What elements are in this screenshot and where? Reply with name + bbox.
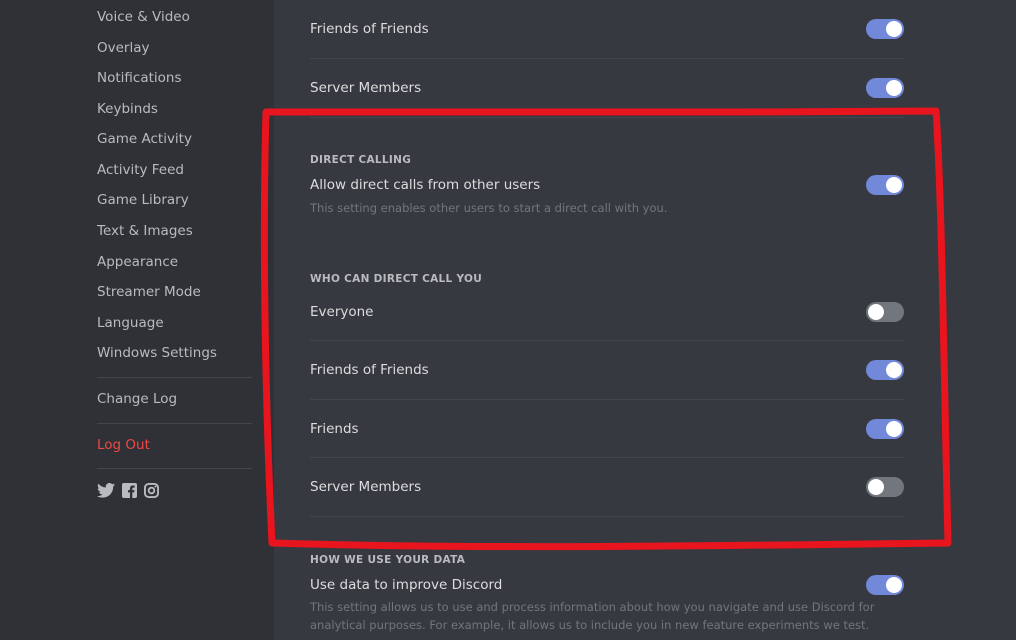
row-divider xyxy=(310,457,904,458)
sidebar-item-notifications[interactable]: Notifications xyxy=(97,69,182,87)
sidebar-divider xyxy=(97,468,252,469)
option-server-members-label: Server Members xyxy=(310,479,422,495)
direct-calling-header: DIRECT CALLING xyxy=(310,154,412,166)
row-divider xyxy=(310,340,904,341)
who-can-call-header: WHO CAN DIRECT CALL YOU xyxy=(310,273,483,285)
toggle-knob xyxy=(868,479,884,495)
sidebar-item-game-activity[interactable]: Game Activity xyxy=(97,130,192,148)
sidebar-item-appearance[interactable]: Appearance xyxy=(97,253,178,271)
sidebar-divider xyxy=(97,377,252,378)
top-friends-of-friends-toggle[interactable] xyxy=(866,19,904,39)
allow-direct-calls-toggle[interactable] xyxy=(866,175,904,195)
option-everyone-label: Everyone xyxy=(310,304,374,320)
top-row-friends-of-friends-label: Friends of Friends xyxy=(310,21,429,37)
sidebar-item-voice-video[interactable]: Voice & Video xyxy=(97,8,190,26)
row-divider xyxy=(310,117,904,118)
sidebar-item-keybinds[interactable]: Keybinds xyxy=(97,100,158,118)
direct-calls-description: This setting enables other users to star… xyxy=(310,201,668,215)
toggle-knob xyxy=(886,177,902,193)
allow-direct-calls-label: Allow direct calls from other users xyxy=(310,177,541,193)
friends-of-friends-toggle[interactable] xyxy=(866,360,904,380)
log-out-button[interactable]: Log Out xyxy=(97,436,150,454)
option-friends-of-friends-label: Friends of Friends xyxy=(310,362,429,378)
option-friends-label: Friends xyxy=(310,421,359,437)
toggle-knob xyxy=(886,80,902,96)
toggle-knob xyxy=(868,304,884,320)
sidebar-item-streamer-mode[interactable]: Streamer Mode xyxy=(97,283,201,301)
use-data-improve-toggle[interactable] xyxy=(866,575,904,595)
instagram-icon[interactable] xyxy=(144,483,159,498)
toggle-knob xyxy=(886,577,902,593)
sidebar-item-language[interactable]: Language xyxy=(97,314,164,332)
settings-sidebar: Voice & Video Overlay Notifications Keyb… xyxy=(0,0,274,640)
data-usage-description: This setting allows us to use and proces… xyxy=(310,600,875,632)
use-data-improve-label: Use data to improve Discord xyxy=(310,577,503,593)
toggle-knob xyxy=(886,421,902,437)
sidebar-item-overlay[interactable]: Overlay xyxy=(97,39,149,57)
sidebar-item-game-library[interactable]: Game Library xyxy=(97,191,189,209)
toggle-knob xyxy=(886,21,902,37)
row-divider xyxy=(310,516,904,517)
sidebar-item-text-images[interactable]: Text & Images xyxy=(97,222,193,240)
discord-settings-window: Voice & Video Overlay Notifications Keyb… xyxy=(0,0,1016,640)
toggle-knob xyxy=(886,362,902,378)
server-members-toggle[interactable] xyxy=(866,477,904,497)
row-divider xyxy=(310,58,904,59)
social-links xyxy=(97,483,159,498)
everyone-toggle[interactable] xyxy=(866,302,904,322)
row-divider xyxy=(310,399,904,400)
sidebar-item-windows-settings[interactable]: Windows Settings xyxy=(97,344,217,362)
sidebar-item-change-log[interactable]: Change Log xyxy=(97,390,177,408)
sidebar-item-activity-feed[interactable]: Activity Feed xyxy=(97,161,184,179)
facebook-icon[interactable] xyxy=(122,483,137,498)
top-row-server-members-label: Server Members xyxy=(310,80,422,96)
twitter-icon[interactable] xyxy=(97,483,115,498)
sidebar-divider xyxy=(97,423,252,424)
data-usage-header: HOW WE USE YOUR DATA xyxy=(310,554,466,566)
top-server-members-toggle[interactable] xyxy=(866,78,904,98)
friends-toggle[interactable] xyxy=(866,419,904,439)
